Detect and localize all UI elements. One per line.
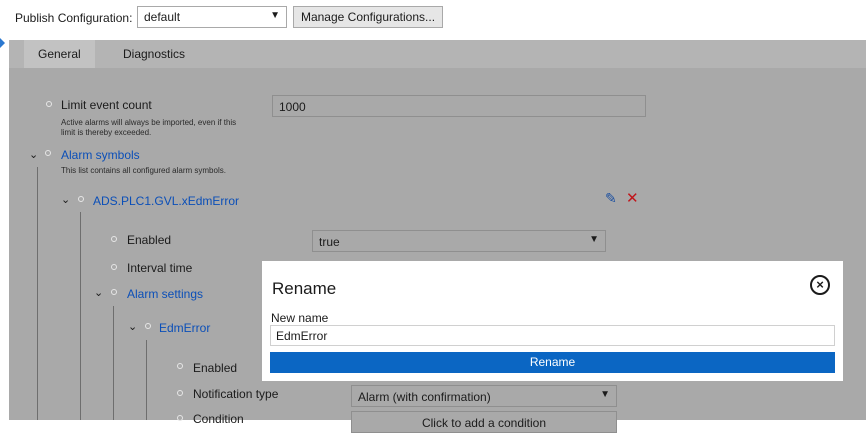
status-dot-icon [111,289,117,295]
close-icon[interactable]: × [810,275,830,295]
limit-hint-line2: limit is thereby exceeded. [61,128,152,137]
tree-line [37,167,38,420]
publish-config-label: Publish Configuration: [15,11,133,25]
notification-type-value: Alarm (with confirmation) [358,390,491,404]
new-name-label: New name [271,311,329,325]
dialog-title: Rename [272,279,337,298]
tree-line [113,306,114,420]
condition-input[interactable]: Click to add a condition [351,411,617,433]
notification-type-select[interactable]: Alarm (with confirmation) ▼ [351,385,617,407]
chevron-down-icon[interactable]: ⌄ [29,148,38,161]
manage-configurations-button[interactable]: Manage Configurations... [293,6,443,28]
enabled-value: true [319,235,340,249]
alarm-symbols-hint: This list contains all configured alarm … [61,166,226,175]
alarm-symbol-name[interactable]: ADS.PLC1.GVL.xEdmError [93,194,239,208]
tab-diagnostics[interactable]: Diagnostics [109,40,199,68]
status-dot-icon [177,390,183,396]
status-dot-icon [111,264,117,270]
tab-general[interactable]: General [24,40,95,68]
enabled-label: Enabled [127,233,172,247]
notification-type-label: Notification type [193,387,279,401]
enabled2-label: Enabled [193,361,238,375]
status-dot-icon [45,150,51,156]
edit-icon[interactable]: ✎ [605,190,617,207]
tree-line [146,340,147,420]
chevron-down-icon: ▼ [600,389,610,400]
edm-error-node[interactable]: EdmError [159,321,210,335]
chevron-down-icon[interactable]: ⌄ [94,286,103,299]
limit-event-count-input[interactable]: 1000 [272,95,646,117]
chevron-down-icon: ▼ [270,10,280,21]
tab-bar: General Diagnostics [9,40,866,68]
publish-config-value: default [144,10,181,24]
enabled-select[interactable]: true ▼ [312,230,606,252]
chevron-down-icon[interactable]: ⌄ [61,193,70,206]
rename-button[interactable]: Rename [270,352,835,373]
selection-marker-icon [0,38,5,48]
chevron-down-icon: ▼ [589,234,599,245]
alarm-symbols-link[interactable]: Alarm symbols [61,148,140,162]
status-dot-icon [177,363,183,369]
publish-config-select[interactable]: default ▼ [137,6,287,28]
limit-event-count-value: 1000 [279,100,306,114]
status-dot-icon [78,196,84,202]
status-dot-icon [46,101,52,107]
condition-value: Click to add a condition [421,416,547,430]
status-dot-icon [111,236,117,242]
condition-label: Condition [193,412,244,426]
delete-icon[interactable]: ✕ [626,189,639,207]
limit-hint-line1: Active alarms will always be imported, e… [61,118,237,127]
limit-event-count-label: Limit event count [61,98,152,112]
chevron-down-icon[interactable]: ⌄ [128,320,137,333]
tree-line [80,212,81,420]
status-dot-icon [177,415,183,421]
status-dot-icon [145,323,151,329]
new-name-input[interactable] [270,325,835,346]
alarm-settings-link[interactable]: Alarm settings [127,287,203,301]
interval-time-label: Interval time [127,261,193,275]
